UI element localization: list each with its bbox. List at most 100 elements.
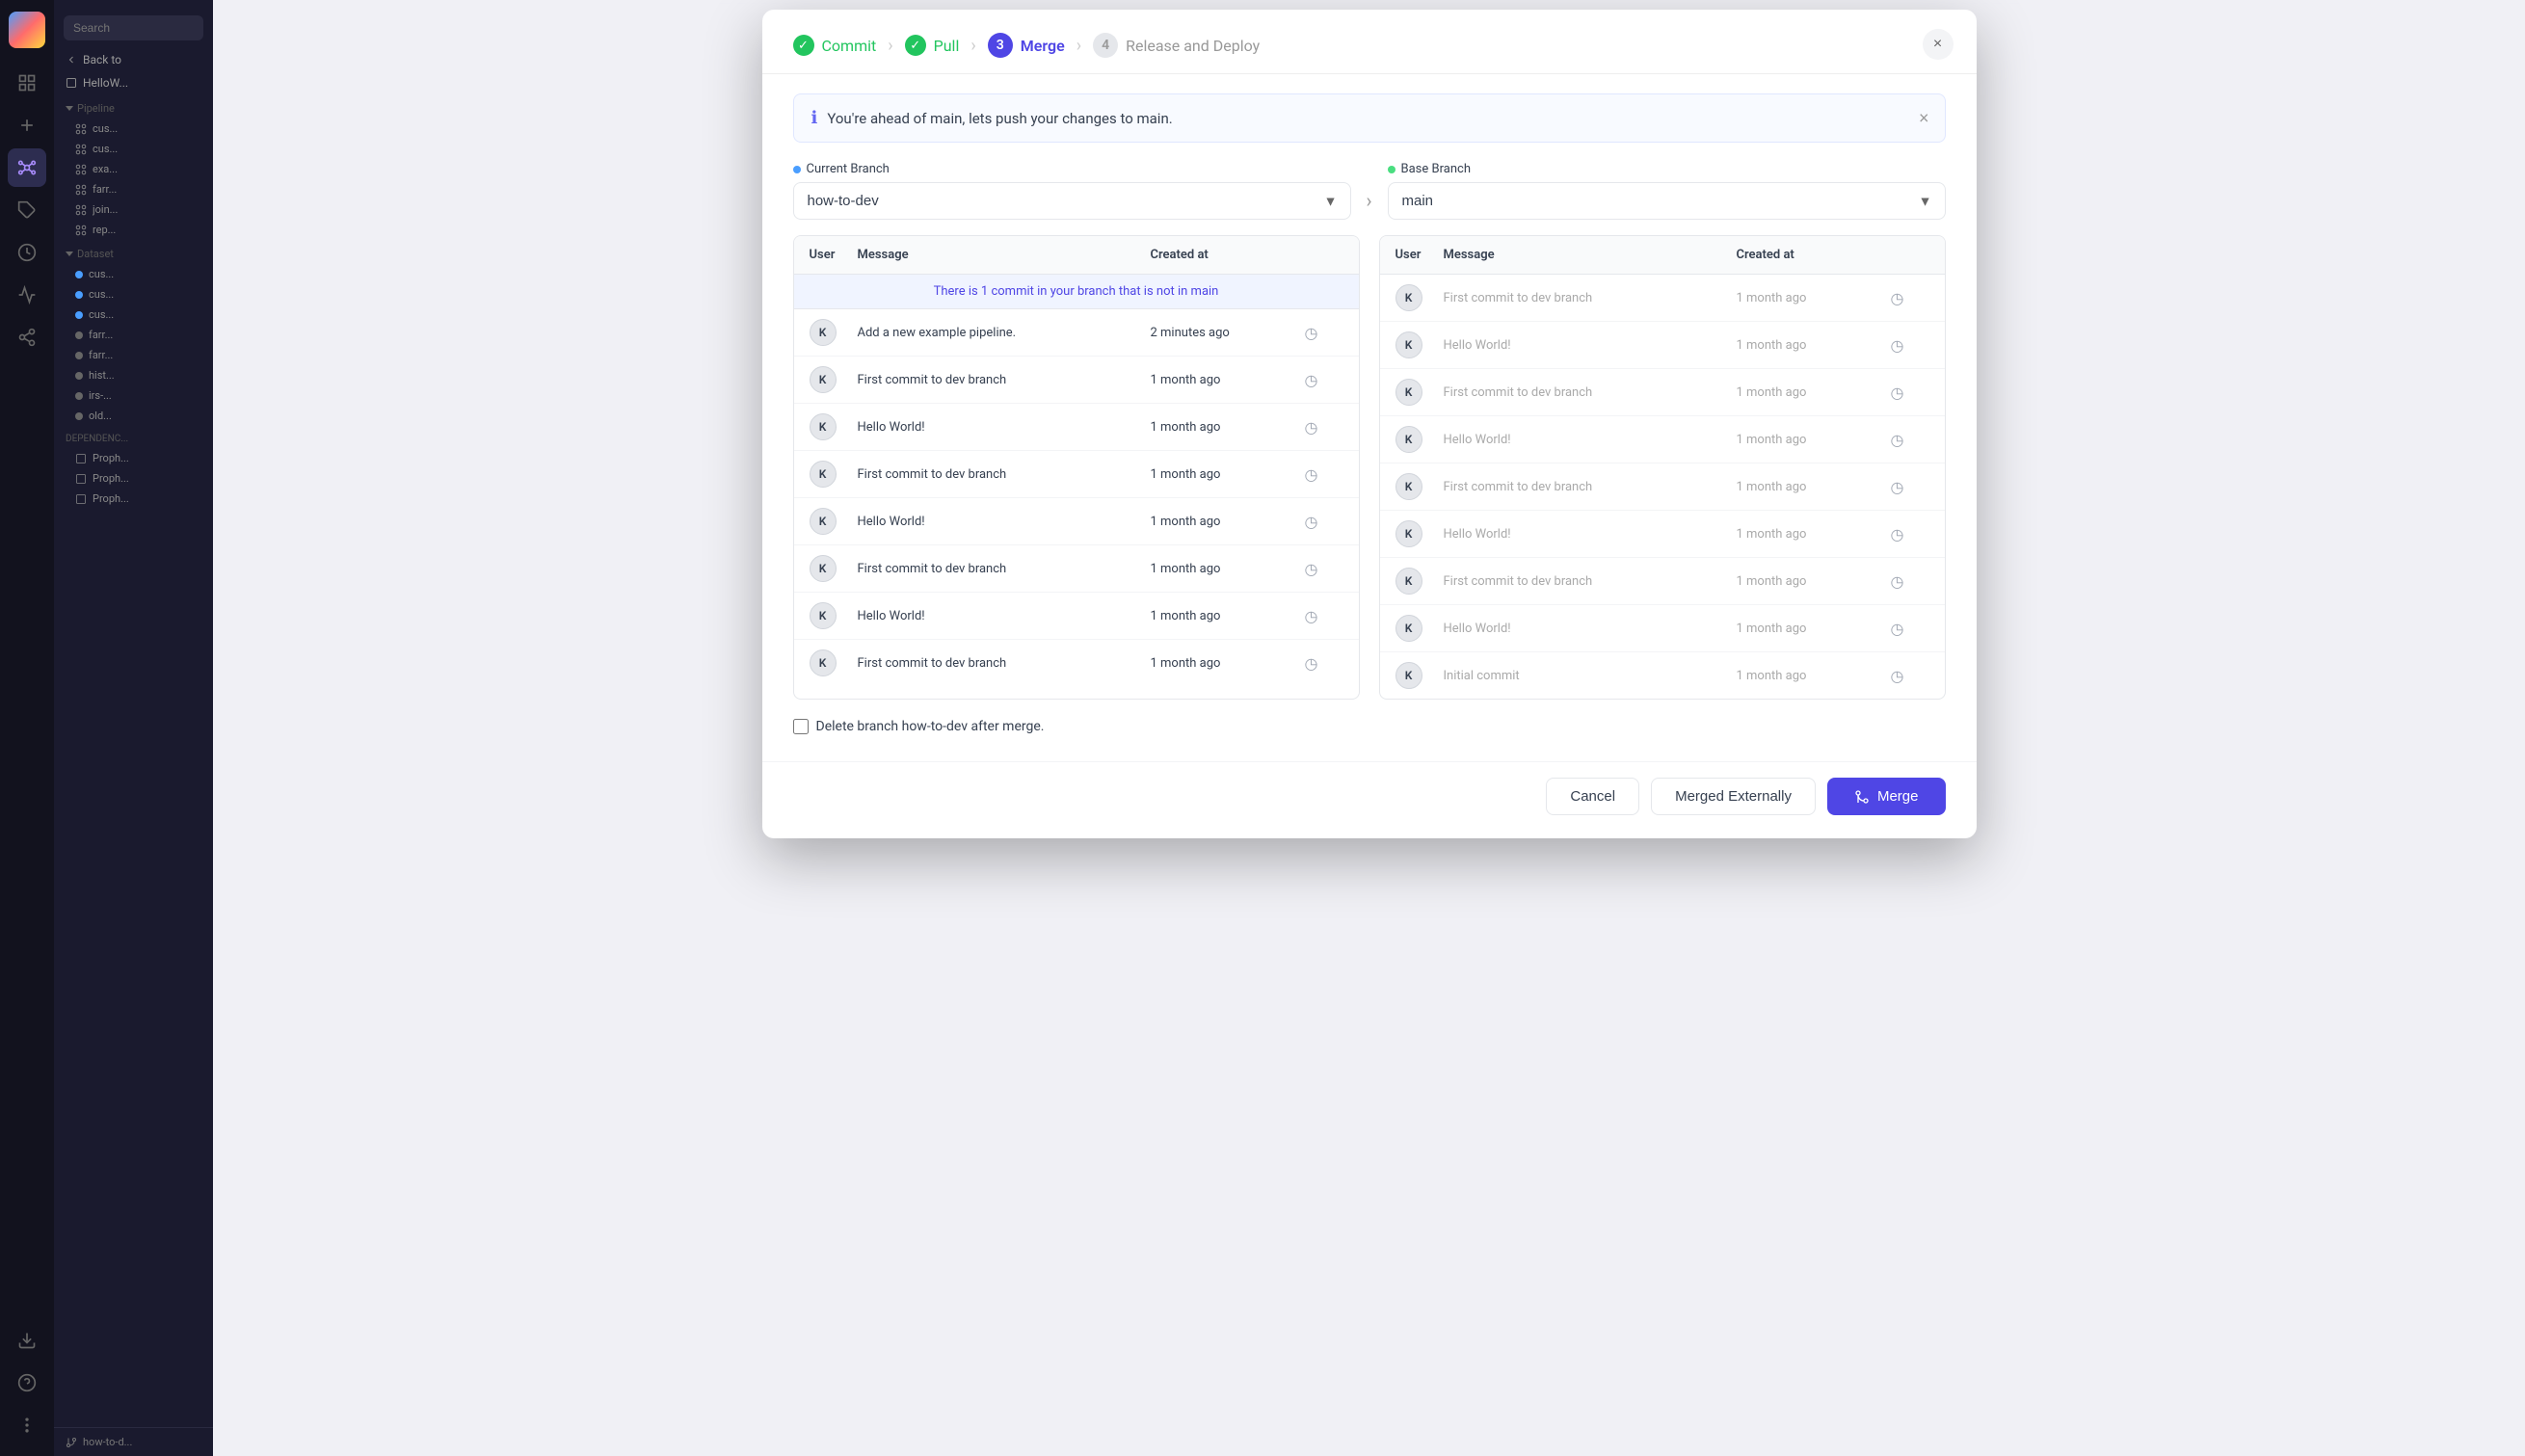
base-branch-table: User Message Created at K First commit t…	[1379, 235, 1946, 700]
avatar: K	[1395, 473, 1422, 500]
dep-item-3[interactable]: Proph...	[54, 489, 213, 509]
avatar: K	[810, 555, 837, 582]
base-branch-select[interactable]: main	[1388, 182, 1946, 220]
time-icon[interactable]: ◷	[1891, 667, 1929, 685]
cancel-button[interactable]: Cancel	[1546, 778, 1639, 815]
modal-close-button[interactable]: ×	[1923, 29, 1954, 60]
branch-selection-row: Current Branch how-to-dev ▼ ›	[793, 162, 1946, 220]
current-table-row: K Hello World! 1 month ago ◷	[794, 498, 1359, 545]
time-icon[interactable]: ◷	[1891, 384, 1929, 402]
info-text: You're ahead of main, lets push your cha…	[827, 110, 1172, 127]
delete-branch-label[interactable]: Delete branch how-to-dev after merge.	[816, 719, 1045, 734]
time-icon[interactable]: ◷	[1305, 324, 1343, 342]
base-table-row: K First commit to dev branch 1 month ago…	[1380, 558, 1945, 605]
pipeline-item-6[interactable]: rep...	[54, 220, 213, 240]
time-icon[interactable]: ◷	[1891, 572, 1929, 591]
commit-info-row: There is 1 commit in your branch that is…	[794, 275, 1359, 309]
current-table-row: K Hello World! 1 month ago ◷	[794, 593, 1359, 640]
dataset-item-2[interactable]: cus...	[54, 284, 213, 304]
step-arrow-2: ›	[970, 36, 975, 56]
dep-item-2[interactable]: Proph...	[54, 468, 213, 489]
pipeline-item-5[interactable]: join...	[54, 199, 213, 220]
dataset-section-header: Dataset	[54, 240, 213, 264]
nav-icon-tag[interactable]	[8, 191, 46, 229]
step-merge-label: Merge	[1021, 37, 1065, 55]
base-table-row: K Hello World! 1 month ago ◷	[1380, 605, 1945, 652]
avatar: K	[810, 413, 837, 440]
time-icon[interactable]: ◷	[1305, 560, 1343, 578]
avatar: K	[1395, 568, 1422, 595]
modal-overlay: ✓ Commit › ✓ Pull › 3 Merge ›	[213, 0, 2525, 1456]
back-label: Back to	[83, 53, 121, 66]
merged-externally-button[interactable]: Merged Externally	[1651, 778, 1816, 815]
dataset-item-7[interactable]: irs-...	[54, 385, 213, 406]
step-pull: ✓ Pull	[905, 35, 960, 56]
avatar: K	[1395, 615, 1422, 642]
time-icon[interactable]: ◷	[1305, 465, 1343, 484]
app-logo	[9, 12, 45, 48]
base-branch-col: Base Branch main ▼	[1388, 162, 1946, 220]
time-icon[interactable]: ◷	[1891, 431, 1929, 449]
nav-icon-diagram[interactable]	[8, 148, 46, 187]
pipeline-item-2[interactable]: cus...	[54, 139, 213, 159]
time-icon[interactable]: ◷	[1891, 289, 1929, 307]
delete-branch-checkbox[interactable]	[793, 719, 809, 734]
time-icon[interactable]: ◷	[1305, 654, 1343, 673]
avatar: K	[1395, 284, 1422, 311]
base-branch-wrapper: main ▼	[1388, 182, 1946, 220]
time-icon[interactable]: ◷	[1891, 620, 1929, 638]
icon-sidebar	[0, 0, 54, 1456]
step-num-release: 4	[1093, 33, 1118, 58]
pipeline-item-1[interactable]: cus...	[54, 119, 213, 139]
base-table-row: K First commit to dev branch 1 month ago…	[1380, 463, 1945, 511]
step-release-label: Release and Deploy	[1126, 37, 1260, 55]
nav-icon-activity[interactable]	[8, 276, 46, 314]
dataset-item-4[interactable]: farr...	[54, 325, 213, 345]
back-button[interactable]: Back to	[54, 48, 213, 71]
dataset-item-5[interactable]: farr...	[54, 345, 213, 365]
avatar: K	[810, 461, 837, 488]
nav-icon-download[interactable]	[8, 1321, 46, 1360]
nav-icon-clock[interactable]	[8, 233, 46, 272]
current-branch-select[interactable]: how-to-dev	[793, 182, 1351, 220]
modal-body: ℹ You're ahead of main, lets push your c…	[762, 74, 1977, 761]
time-icon[interactable]: ◷	[1891, 478, 1929, 496]
pipeline-section-header: Pipeline	[54, 94, 213, 119]
base-table-row: K First commit to dev branch 1 month ago…	[1380, 275, 1945, 322]
dataset-item-1[interactable]: cus...	[54, 264, 213, 284]
info-banner: ℹ You're ahead of main, lets push your c…	[793, 93, 1946, 143]
time-icon[interactable]: ◷	[1891, 336, 1929, 355]
info-icon: ℹ	[811, 108, 818, 128]
nav-icon-connect[interactable]	[8, 318, 46, 357]
dep-item-1[interactable]: Proph...	[54, 448, 213, 468]
base-table-row: K Initial commit 1 month ago ◷	[1380, 652, 1945, 699]
info-banner-close[interactable]: ×	[1919, 108, 1929, 128]
nav-icon-help[interactable]	[8, 1363, 46, 1402]
avatar: K	[810, 649, 837, 676]
dataset-item-3[interactable]: cus...	[54, 304, 213, 325]
time-icon[interactable]: ◷	[1891, 525, 1929, 543]
hello-world-item[interactable]: HelloW...	[54, 71, 213, 94]
current-table-header: User Message Created at	[794, 236, 1359, 275]
base-branch-label: Base Branch	[1388, 162, 1946, 176]
merge-button[interactable]: Merge	[1827, 778, 1946, 815]
nav-icon-more[interactable]	[8, 1406, 46, 1444]
search-area[interactable]	[54, 8, 213, 48]
time-icon[interactable]: ◷	[1305, 513, 1343, 531]
time-icon[interactable]: ◷	[1305, 607, 1343, 625]
dataset-item-6[interactable]: hist...	[54, 365, 213, 385]
search-input[interactable]	[64, 15, 203, 40]
current-table-row: K First commit to dev branch 1 month ago…	[794, 357, 1359, 404]
pipeline-item-3[interactable]: exa...	[54, 159, 213, 179]
pipeline-item-4[interactable]: farr...	[54, 179, 213, 199]
time-icon[interactable]: ◷	[1305, 371, 1343, 389]
base-table-row: K Hello World! 1 month ago ◷	[1380, 322, 1945, 369]
nav-icon-grid[interactable]	[8, 64, 46, 102]
step-check-pull: ✓	[905, 35, 926, 56]
current-branch-table: User Message Created at There is 1 commi…	[793, 235, 1360, 700]
current-table-row: K Add a new example pipeline. 2 minutes …	[794, 309, 1359, 357]
step-check-commit: ✓	[793, 35, 814, 56]
dataset-item-8[interactable]: old...	[54, 406, 213, 426]
nav-icon-plus[interactable]	[8, 106, 46, 145]
time-icon[interactable]: ◷	[1305, 418, 1343, 437]
